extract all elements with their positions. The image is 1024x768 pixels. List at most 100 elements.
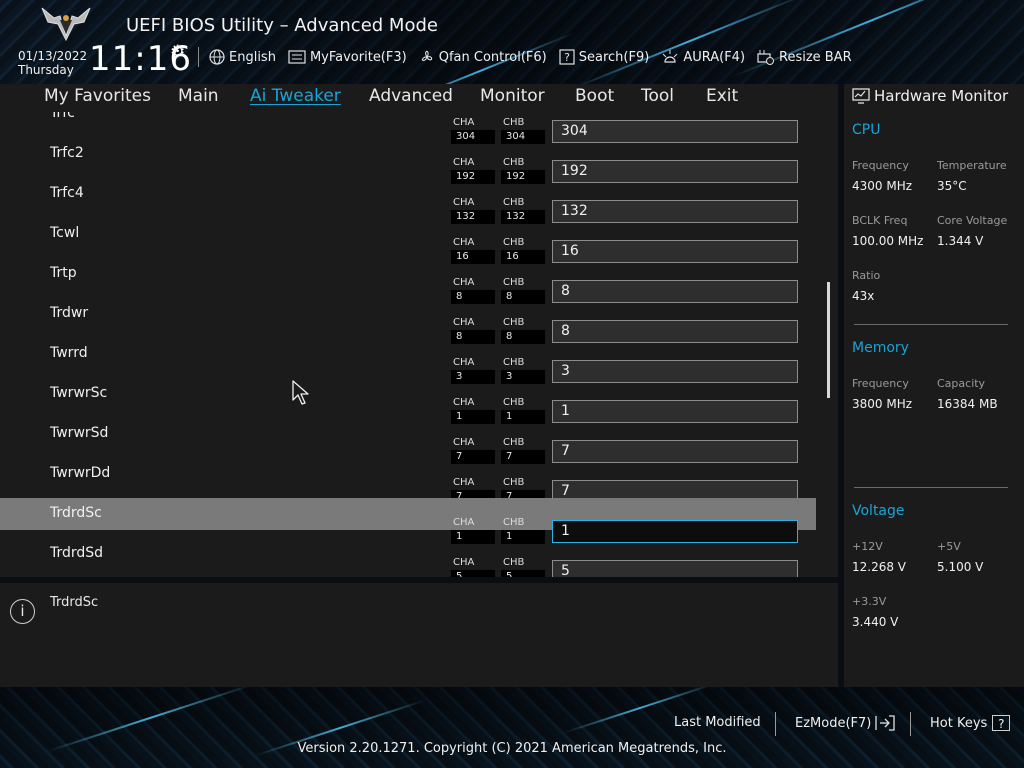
chb-label: CHB (503, 157, 525, 168)
v5-value: 5.100 V (937, 560, 984, 574)
header-bar: UEFI BIOS Utility – Advanced Mode 01/13/… (0, 0, 1024, 84)
scrollbar-thumb[interactable] (827, 282, 830, 398)
core-voltage-label: Core Voltage (937, 214, 1008, 227)
v5-label: +5V (937, 540, 961, 553)
setting-label: TwrwrSc (50, 385, 108, 401)
setting-label: Tcwl (50, 225, 80, 241)
chb-label: CHB (503, 317, 525, 328)
search-label: Search(F9) (578, 49, 650, 65)
date-text: 01/13/2022 (18, 49, 88, 63)
hot-keys-button[interactable]: Hot Keys ? (930, 715, 1011, 731)
favorite-list-icon (288, 50, 306, 64)
tab-tool[interactable]: Tool (641, 86, 674, 106)
mouse-cursor-icon (292, 380, 309, 405)
cpu-divider (854, 324, 1008, 325)
cpu-temperature-label: Temperature (937, 159, 1007, 172)
chb-label: CHB (503, 117, 525, 128)
cha-label: CHA (453, 317, 475, 328)
tab-exit[interactable]: Exit (706, 86, 738, 106)
gear-icon[interactable]: ⚙ (170, 42, 185, 62)
cha-label: CHA (453, 277, 475, 288)
v12-value: 12.268 V (852, 560, 907, 574)
svg-text:?: ? (564, 51, 570, 64)
footer-bar: Last Modified EzMode(F7) Hot Keys ? Vers… (0, 687, 1024, 768)
tab-monitor[interactable]: Monitor (480, 86, 545, 106)
setting-label: TwrwrDd (50, 465, 111, 481)
cha-readout: CHA 5 (451, 557, 495, 577)
hardware-monitor-panel: Hardware Monitor CPU Frequency 4300 MHz … (844, 84, 1024, 687)
aura-light-icon (662, 50, 678, 63)
setting-label: Twrrd (50, 345, 88, 361)
tab-boot[interactable]: Boot (575, 86, 614, 106)
chb-label: CHB (503, 397, 525, 408)
search-help-icon: ? (559, 49, 575, 65)
bclk-value: 100.00 MHz (852, 234, 924, 248)
copyright-text: Version 2.20.1271. Copyright (C) 2021 Am… (297, 741, 727, 756)
memory-divider (854, 487, 1008, 488)
tuf-logo-icon (41, 7, 91, 42)
exit-to-ezmode-icon (875, 715, 896, 731)
cha-label: CHA (453, 437, 475, 448)
chb-readout: CHB 5 (501, 557, 545, 577)
aura-button[interactable]: AURA(F4) (661, 49, 745, 65)
v33-value: 3.440 V (852, 615, 899, 629)
info-icon: i (10, 599, 35, 624)
tab-my-favorites[interactable]: My Favorites (44, 86, 151, 106)
language-button[interactable]: English (209, 49, 276, 65)
setting-label: Trfc2 (50, 145, 84, 161)
setting-label: Trdwr (50, 305, 89, 321)
help-box-icon: ? (992, 715, 1011, 731)
myfavorite-label: MyFavorite(F3) (309, 49, 407, 65)
footer-divider (910, 712, 911, 736)
chb-label: CHB (503, 237, 525, 248)
cha-label: CHA (453, 397, 475, 408)
ezmode-button[interactable]: EzMode(F7) (795, 715, 896, 731)
voltage-heading: Voltage (852, 503, 905, 519)
setting-value-field[interactable]: 5 (552, 560, 798, 577)
settings-list: Trfc CHA 304 CHB 304 304 Trfc2 CHA 192 CHB 192 192 T… (0, 112, 838, 577)
resize-bar-button[interactable]: Resize BAR (757, 49, 852, 65)
chb-label: CHB (503, 437, 525, 448)
setting-label: TrdrdSd (50, 545, 104, 561)
tab-ai-tweaker[interactable]: Ai Tweaker (250, 86, 341, 106)
chb-label: CHB (503, 197, 525, 208)
resize-bar-label: Resize BAR (779, 49, 852, 65)
memory-capacity-value: 16384 MB (937, 397, 998, 411)
cha-label: CHA (453, 197, 475, 208)
last-modified-label: Last Modified (674, 715, 761, 730)
cpu-temperature-value: 35°C (937, 179, 967, 193)
core-voltage-value: 1.344 V (937, 234, 984, 248)
tab-advanced[interactable]: Advanced (369, 86, 453, 106)
cpu-frequency-label: Frequency (852, 159, 909, 172)
ratio-label: Ratio (852, 269, 881, 282)
cha-label: CHA (453, 517, 475, 528)
memory-frequency-label: Frequency (852, 377, 909, 390)
chb-label: CHB (503, 557, 525, 568)
language-label: English (229, 49, 276, 65)
cha-label: CHA (453, 477, 475, 488)
chb-label: CHB (503, 277, 525, 288)
fan-icon (421, 50, 432, 61)
search-button[interactable]: ? Search(F9) (559, 49, 650, 65)
toolbar-divider (198, 47, 199, 67)
tab-main[interactable]: Main (178, 86, 219, 106)
memory-capacity-label: Capacity (937, 377, 986, 390)
cha-label: CHA (453, 117, 475, 128)
footer-divider (775, 712, 776, 736)
hardware-monitor-title: Hardware Monitor (852, 84, 1008, 108)
chb-label: CHB (503, 477, 525, 488)
myfavorite-button[interactable]: MyFavorite(F3) (288, 50, 407, 65)
v12-label: +12V (852, 540, 883, 553)
date-display[interactable]: 01/13/2022 Thursday (18, 49, 87, 77)
cha-label: CHA (453, 237, 475, 248)
setting-label: TwrwrSd (50, 425, 109, 441)
last-modified-button[interactable]: Last Modified (674, 715, 761, 730)
hardware-monitor-label: Hardware Monitor (874, 87, 1009, 105)
qfan-control-button[interactable]: Qfan Control(F6) (419, 49, 547, 65)
resize-bar-icon (757, 50, 775, 65)
bclk-label: BCLK Freq (852, 214, 908, 227)
ezmode-label: EzMode(F7) (795, 715, 872, 731)
qfan-label: Qfan Control(F6) (438, 49, 547, 65)
cpu-frequency-value: 4300 MHz (852, 179, 913, 193)
memory-frequency-value: 3800 MHz (852, 397, 913, 411)
